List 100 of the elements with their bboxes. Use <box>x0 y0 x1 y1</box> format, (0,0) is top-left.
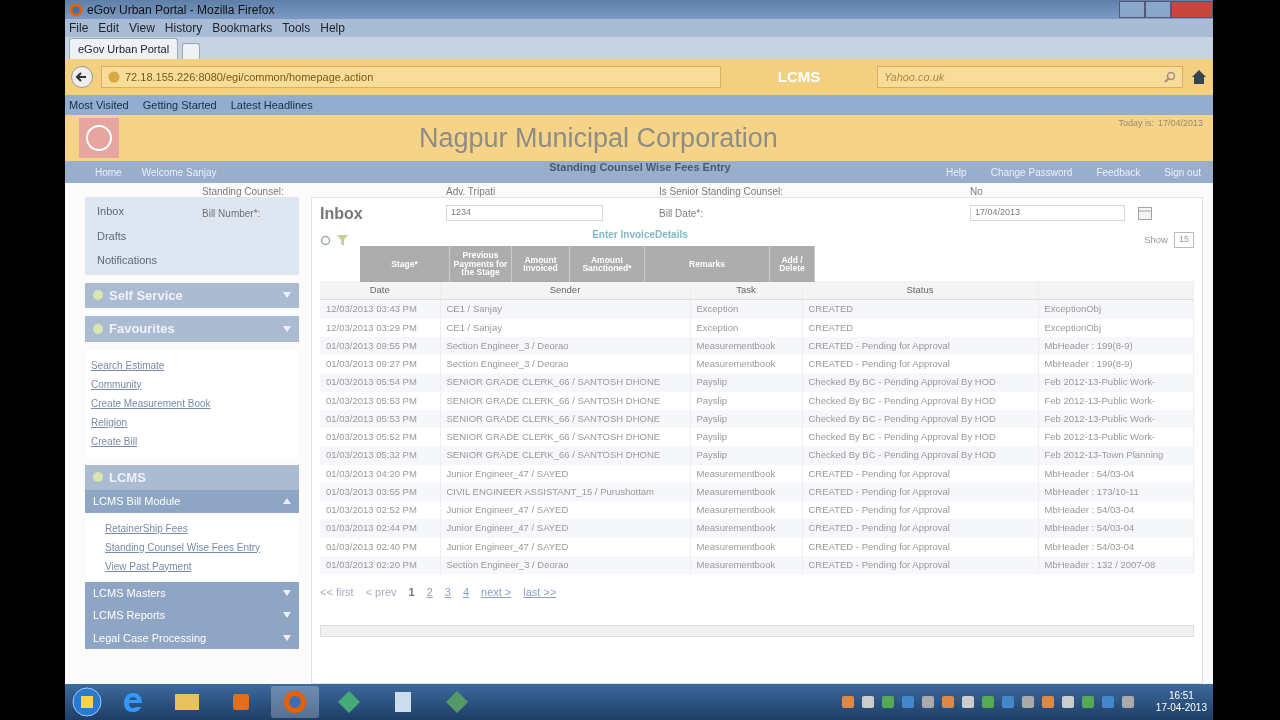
menu-item[interactable]: Help <box>320 19 345 37</box>
table-cell: Measurementbook <box>690 519 802 538</box>
sidebar-link[interactable]: View Past Payment <box>105 558 192 574</box>
address-field[interactable]: 72.18.155.226:8080/egi/common/homepage.action <box>101 66 721 88</box>
refresh-icon[interactable] <box>320 234 331 246</box>
page-size-field[interactable]: 15 <box>1174 232 1194 248</box>
mailbox-item[interactable]: Drafts <box>97 227 127 244</box>
table-cell: Feb 2012-13-Public Work- <box>1038 391 1194 410</box>
bill-date-field[interactable]: 17/04/2013 <box>970 205 1125 221</box>
table-cell: Feb 2012-13-Public Work- <box>1038 373 1194 392</box>
table-cell: MbHeader : 54/03-04 <box>1038 464 1194 483</box>
inbox-title: Inbox <box>320 204 363 224</box>
menu-item[interactable]: View <box>129 19 155 37</box>
column-header: Add / Delete <box>770 246 815 282</box>
submenu-text: LCMS Reports <box>93 608 166 623</box>
bookmark-link[interactable]: Latest Headlines <box>230 96 313 114</box>
window-title: eGov Urban Portal - Mozilla Firefox <box>87 1 275 19</box>
date-label: Today is: <box>1118 117 1154 130</box>
table-cell: Junior Engineer_47 / SAYED <box>440 464 690 483</box>
menu-item[interactable]: File <box>69 19 89 37</box>
last-page-link[interactable]: last >> <box>523 584 557 601</box>
table-cell: SENIOR GRADE CLERK_66 / SANTOSH DHONE <box>440 373 690 392</box>
table-cell: MbHeader : 132 / 2007-08 <box>1038 555 1194 574</box>
date-value: 17/04/2013 <box>1157 117 1203 130</box>
column-header: Previous Payments for the Stage <box>450 246 512 282</box>
menu-item[interactable]: History <box>164 19 203 37</box>
minimize-button[interactable] <box>1119 1 1145 18</box>
sidebar-link[interactable]: Create Bill <box>91 433 138 449</box>
caret-icon <box>283 325 291 332</box>
globe-icon <box>108 71 120 83</box>
page-link[interactable]: 1 <box>408 584 415 601</box>
table-cell: Feb 2012-13-Town Planning <box>1038 446 1194 465</box>
table-cell: 12/03/2013 03:29 PM <box>320 318 440 337</box>
next-page-link[interactable]: next > <box>481 584 512 601</box>
table-cell: Exception <box>690 318 802 337</box>
table-cell: SENIOR GRADE CLERK_66 / SANTOSH DHONE <box>440 391 690 410</box>
bookmark-link[interactable]: Getting Started <box>142 96 217 114</box>
column-header: Sender <box>440 281 690 300</box>
page-link[interactable]: 2 <box>426 584 433 601</box>
table-cell: Payslip <box>690 373 802 392</box>
globe-icon[interactable] <box>281 688 309 716</box>
sidebar-link[interactable]: Create Measurement Book <box>91 395 211 411</box>
form-title: Standing Counsel Wise Fees Entry <box>549 159 731 175</box>
table-cell: MbHeader : 199(8-9) <box>1038 336 1194 355</box>
calendar-icon[interactable] <box>1138 206 1152 220</box>
table-cell: 01/03/2013 05:54 PM <box>320 373 440 392</box>
submenu-header[interactable]: LCMS Masters <box>85 581 299 604</box>
nav-link[interactable]: Sign out <box>1164 164 1201 180</box>
table-cell: CREATED <box>802 318 1038 337</box>
bill-number-field[interactable]: 1234 <box>446 205 603 221</box>
column-header: Task <box>690 281 802 300</box>
page-link[interactable]: 3 <box>444 584 451 601</box>
sidebar-link[interactable]: Religion <box>91 414 128 430</box>
table-cell: CREATED - Pending for Approval <box>802 537 1038 556</box>
close-button[interactable] <box>1171 1 1213 18</box>
clock-date: 17-04-2013 <box>1155 702 1207 714</box>
nav-link[interactable]: Home <box>95 164 122 180</box>
submenu-header[interactable]: LCMS Reports <box>85 604 299 627</box>
maximize-button[interactable] <box>1145 1 1171 18</box>
nav-link[interactable]: Feedback <box>1096 164 1141 180</box>
menu-bullet-icon <box>93 472 103 483</box>
mailbox-item[interactable]: Inbox <box>97 203 124 220</box>
table-cell: MbHeader : 54/03-04 <box>1038 519 1194 538</box>
app-title: LCMS <box>776 66 822 87</box>
prev-page-link[interactable]: < prev <box>365 584 397 601</box>
first-page-link[interactable]: << first <box>320 584 354 601</box>
new-tab-button[interactable] <box>182 43 201 59</box>
sidebar-link[interactable]: Search Estimate <box>91 357 165 373</box>
nav-link[interactable]: Help <box>946 164 967 180</box>
column-header: Date <box>320 281 440 300</box>
nav-link[interactable]: Welcome Sanjay <box>141 164 217 180</box>
page-link[interactable]: 4 <box>462 584 469 601</box>
table-cell: 01/03/2013 02:40 PM <box>320 537 440 556</box>
submenu-text: Legal Case Processing <box>93 630 207 646</box>
menu-item[interactable]: Bookmarks <box>212 19 273 37</box>
sidebar-link[interactable]: Standing Counsel Wise Fees Entry <box>105 539 261 555</box>
start-orb-icon[interactable] <box>71 686 103 718</box>
column-header: Amount Sanctioned* <box>570 246 645 282</box>
table-cell: 01/03/2013 05:53 PM <box>320 409 440 428</box>
submenu-header[interactable]: Legal Case Processing <box>85 626 299 649</box>
bookmark-link[interactable]: Most Visited <box>69 96 129 114</box>
nav-link[interactable]: Change Password <box>990 164 1073 180</box>
browser-tab[interactable]: eGov Urban Portal <box>69 37 179 59</box>
table-cell: Checked By BC - Pending Approval By HOD <box>802 373 1038 392</box>
submenu-header[interactable]: LCMS Bill Module <box>85 490 299 513</box>
search-field[interactable]: Yahoo.co.uk <box>877 66 1183 88</box>
table-cell: 01/03/2013 04:20 PM <box>320 464 440 483</box>
filter-icon[interactable] <box>337 234 348 246</box>
menu-item[interactable]: Edit <box>98 19 120 37</box>
search-placeholder: Yahoo.co.uk <box>884 69 945 85</box>
home-icon[interactable] <box>1191 69 1207 85</box>
search-icon[interactable] <box>1164 71 1176 83</box>
sidebar-link[interactable]: RetainerShip Fees <box>105 520 188 536</box>
column-header: Remarks <box>645 246 770 282</box>
table-cell: CREATED - Pending for Approval <box>802 482 1038 501</box>
mailbox-item[interactable]: Notifications <box>97 252 157 269</box>
menu-item[interactable]: Tools <box>282 19 311 37</box>
sidebar-link[interactable]: Community <box>91 376 142 392</box>
table-cell: Junior Engineer_47 / SAYED <box>440 519 690 538</box>
horizontal-scrollbar[interactable] <box>320 624 1194 637</box>
